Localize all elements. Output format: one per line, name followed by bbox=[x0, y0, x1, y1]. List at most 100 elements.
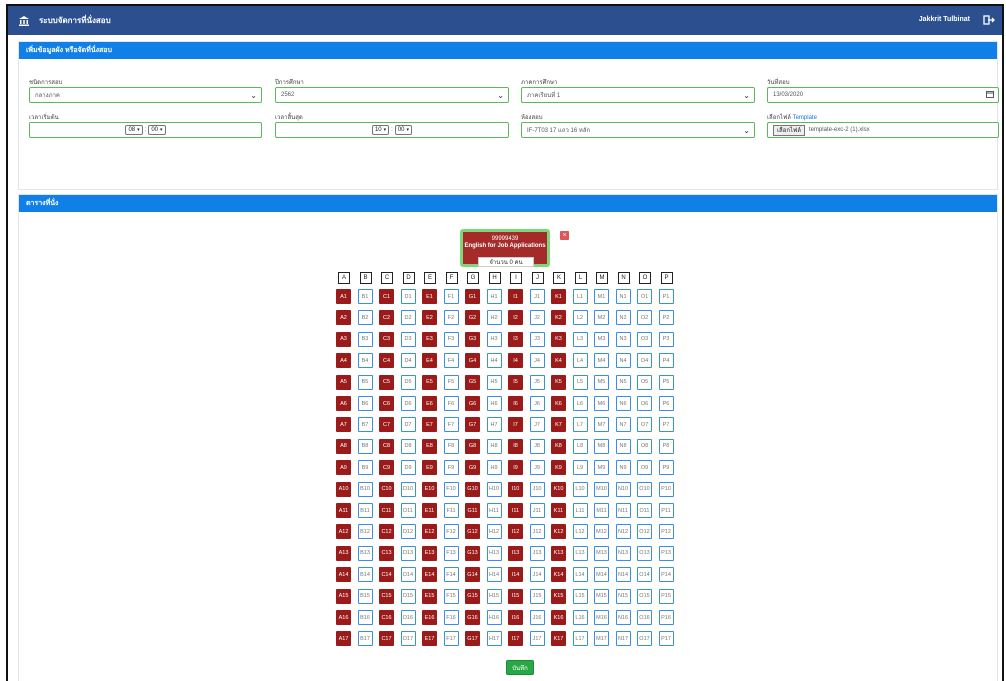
column-header-d[interactable]: D bbox=[402, 272, 415, 284]
seat-m6[interactable]: M6 bbox=[594, 396, 609, 411]
seat-d6[interactable]: D6 bbox=[400, 396, 416, 411]
seat-l12[interactable]: L12 bbox=[572, 524, 588, 540]
seat-d16[interactable]: D16 bbox=[400, 610, 416, 625]
start-hour-select[interactable]: 08 ▾ bbox=[125, 125, 143, 135]
seat-f2[interactable]: F2 bbox=[443, 310, 459, 326]
seat-c16[interactable]: C16 bbox=[379, 610, 394, 625]
seat-e15[interactable]: E15 bbox=[422, 588, 437, 604]
seat-g1[interactable]: G1 bbox=[465, 289, 480, 304]
seat-d10[interactable]: D10 bbox=[400, 481, 416, 497]
seat-k12[interactable]: K12 bbox=[551, 524, 566, 540]
seat-e10[interactable]: E10 bbox=[422, 481, 437, 497]
seat-k13[interactable]: K13 bbox=[551, 545, 566, 561]
seat-a2[interactable]: A2 bbox=[336, 310, 351, 326]
seat-c11[interactable]: C11 bbox=[379, 503, 394, 518]
seat-i17[interactable]: I17 bbox=[508, 631, 523, 647]
seat-n17[interactable]: N17 bbox=[615, 631, 631, 647]
end-minute-select[interactable]: 00 ▾ bbox=[394, 125, 413, 135]
seat-d7[interactable]: D7 bbox=[400, 417, 416, 433]
seat-c17[interactable]: C17 bbox=[379, 631, 394, 647]
seat-g10[interactable]: G10 bbox=[465, 481, 480, 497]
seat-p5[interactable]: P5 bbox=[658, 374, 674, 390]
seat-o1[interactable]: O1 bbox=[637, 289, 652, 304]
seat-o4[interactable]: O4 bbox=[637, 353, 652, 369]
seat-i7[interactable]: I7 bbox=[508, 417, 523, 433]
seat-c3[interactable]: C3 bbox=[379, 331, 394, 347]
seat-h7[interactable]: H7 bbox=[486, 417, 502, 433]
seat-l8[interactable]: L8 bbox=[572, 438, 588, 454]
seat-d17[interactable]: D17 bbox=[400, 631, 416, 647]
seat-l4[interactable]: L4 bbox=[572, 353, 588, 369]
seat-f14[interactable]: F14 bbox=[443, 567, 459, 583]
seat-n3[interactable]: N3 bbox=[615, 331, 631, 347]
seat-b15[interactable]: B15 bbox=[357, 588, 373, 604]
seat-a15[interactable]: A15 bbox=[336, 588, 351, 604]
template-link[interactable]: Template bbox=[793, 115, 817, 121]
seat-k14[interactable]: K14 bbox=[551, 567, 566, 583]
seat-h17[interactable]: H17 bbox=[486, 631, 502, 647]
seat-d11[interactable]: D11 bbox=[400, 503, 416, 518]
seat-d2[interactable]: D2 bbox=[400, 310, 416, 326]
seat-a17[interactable]: A17 bbox=[336, 631, 351, 647]
end-hour-select[interactable]: 10 ▾ bbox=[371, 125, 390, 135]
seat-b14[interactable]: B14 bbox=[357, 567, 373, 583]
seat-n7[interactable]: N7 bbox=[615, 417, 631, 433]
seat-g9[interactable]: G9 bbox=[465, 460, 480, 476]
seat-j6[interactable]: J6 bbox=[529, 396, 545, 411]
seat-l3[interactable]: L3 bbox=[572, 331, 588, 347]
seat-f4[interactable]: F4 bbox=[443, 353, 459, 369]
seat-o17[interactable]: O17 bbox=[637, 631, 652, 647]
seat-l5[interactable]: L5 bbox=[572, 374, 588, 390]
seat-o6[interactable]: O6 bbox=[637, 396, 652, 411]
column-header-h[interactable]: H bbox=[488, 272, 501, 284]
seat-p10[interactable]: P10 bbox=[658, 481, 674, 497]
start-minute-select[interactable]: 00 ▾ bbox=[148, 125, 166, 135]
seat-i11[interactable]: I11 bbox=[508, 503, 523, 518]
seat-n5[interactable]: N5 bbox=[615, 374, 631, 390]
seat-l11[interactable]: L11 bbox=[572, 503, 588, 518]
seat-l13[interactable]: L13 bbox=[572, 545, 588, 561]
seat-b12[interactable]: B12 bbox=[357, 524, 373, 540]
seat-p2[interactable]: P2 bbox=[658, 310, 674, 326]
seat-m13[interactable]: M13 bbox=[594, 545, 609, 561]
seat-g15[interactable]: G15 bbox=[465, 588, 480, 604]
save-button[interactable]: บันทึก bbox=[506, 660, 534, 675]
exam-subject-popup[interactable]: 99999439 English for Job Applications จำ… bbox=[460, 229, 550, 267]
seat-e6[interactable]: E6 bbox=[422, 396, 437, 411]
seat-d4[interactable]: D4 bbox=[400, 353, 416, 369]
seat-m4[interactable]: M4 bbox=[594, 353, 609, 369]
seat-f16[interactable]: F16 bbox=[443, 610, 459, 625]
seat-m3[interactable]: M3 bbox=[594, 331, 609, 347]
seat-o8[interactable]: O8 bbox=[637, 438, 652, 454]
choose-file-button[interactable]: เลือกไฟล์ bbox=[773, 124, 805, 136]
seat-p7[interactable]: P7 bbox=[658, 417, 674, 433]
seat-m1[interactable]: M1 bbox=[594, 289, 609, 304]
seat-j3[interactable]: J3 bbox=[529, 331, 545, 347]
seat-o16[interactable]: O16 bbox=[637, 610, 652, 625]
seat-h13[interactable]: H13 bbox=[486, 545, 502, 561]
seat-b9[interactable]: B9 bbox=[357, 460, 373, 476]
seat-g13[interactable]: G13 bbox=[465, 545, 480, 561]
seat-o10[interactable]: O10 bbox=[637, 481, 652, 497]
seat-h10[interactable]: H10 bbox=[486, 481, 502, 497]
seat-g16[interactable]: G16 bbox=[465, 610, 480, 625]
column-header-j[interactable]: J bbox=[531, 272, 544, 284]
seat-e3[interactable]: E3 bbox=[422, 331, 437, 347]
seat-f5[interactable]: F5 bbox=[443, 374, 459, 390]
seat-i9[interactable]: I9 bbox=[508, 460, 523, 476]
seat-b1[interactable]: B1 bbox=[357, 289, 373, 304]
seat-g8[interactable]: G8 bbox=[465, 438, 480, 454]
seat-b13[interactable]: B13 bbox=[357, 545, 373, 561]
seat-c13[interactable]: C13 bbox=[379, 545, 394, 561]
column-header-c[interactable]: C bbox=[381, 272, 393, 284]
seat-o7[interactable]: O7 bbox=[637, 417, 652, 433]
seat-j11[interactable]: J11 bbox=[529, 503, 545, 518]
seat-n8[interactable]: N8 bbox=[615, 438, 631, 454]
seat-g5[interactable]: G5 bbox=[465, 374, 480, 390]
seat-j16[interactable]: J16 bbox=[529, 610, 545, 625]
seat-b3[interactable]: B3 bbox=[357, 331, 373, 347]
seat-h14[interactable]: H14 bbox=[486, 567, 502, 583]
seat-c1[interactable]: C1 bbox=[379, 289, 394, 304]
seat-e2[interactable]: E2 bbox=[422, 310, 437, 326]
seat-a7[interactable]: A7 bbox=[336, 417, 351, 433]
